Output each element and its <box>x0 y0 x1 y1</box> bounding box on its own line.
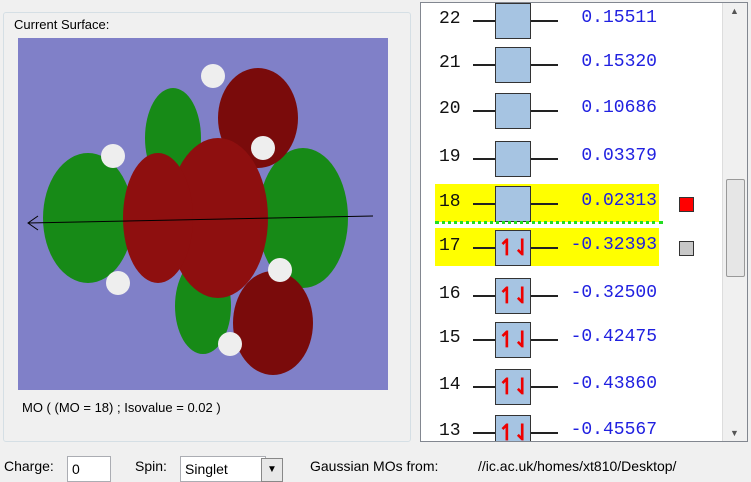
spin-label: Spin: <box>135 458 167 474</box>
orbital-number: 16 <box>439 284 461 304</box>
mo-caption: MO ( (MO = 18) ; Isovalue = 0.02 ) <box>22 400 221 415</box>
orbital-row-21[interactable]: 21 0.15320 <box>421 45 721 85</box>
orbital-row-22[interactable]: 22 0.15511 <box>421 3 721 41</box>
empty-orbital-icon <box>495 186 531 222</box>
dropdown-arrow-icon[interactable]: ▼ <box>261 458 283 482</box>
scroll-thumb[interactable] <box>726 179 745 277</box>
source-label: Gaussian MOs from: <box>310 458 439 474</box>
orbital-row-20[interactable]: 20 0.10686 <box>421 91 721 131</box>
orbital-render <box>27 64 374 375</box>
orbital-energy: -0.42475 <box>570 327 657 347</box>
electron-pair-icon: ↿⇃ <box>495 230 531 266</box>
orbital-row-14[interactable]: 14 ↿⇃ -0.43860 <box>421 367 721 407</box>
source-path: //ic.ac.uk/homes/xt810/Desktop/ <box>478 458 677 474</box>
scroll-up-icon[interactable]: ▲ <box>730 6 739 16</box>
electron-pair-icon: ↿⇃ <box>495 322 531 358</box>
scroll-down-icon[interactable]: ▼ <box>730 428 739 438</box>
homo-lumo-divider <box>435 221 663 224</box>
orbital-energy: 0.15511 <box>581 8 657 28</box>
electron-pair-icon: ↿⇃ <box>495 278 531 314</box>
electron-pair-icon: ↿⇃ <box>495 369 531 405</box>
orbital-number: 20 <box>439 99 461 119</box>
orbital-energy: 0.10686 <box>581 98 657 118</box>
mo-energy-list[interactable]: 22 0.15511 21 0.15320 20 0.10686 19 0.03379… <box>420 2 748 442</box>
electron-pair-icon: ↿⇃ <box>495 415 531 441</box>
orbital-energy: -0.32500 <box>570 283 657 303</box>
orbital-number: 14 <box>439 375 461 395</box>
molecule-image <box>27 64 374 375</box>
surface-toggle-checkbox[interactable] <box>679 197 694 212</box>
orbital-row-17[interactable]: 17 ↿⇃ -0.32393 <box>421 228 721 268</box>
orbital-row-18[interactable]: 18 0.02313 <box>421 184 721 224</box>
charge-input[interactable]: 0 <box>67 456 111 482</box>
orbital-energy: -0.32393 <box>570 235 657 255</box>
orbital-number: 19 <box>439 147 461 167</box>
surface-toggle-checkbox[interactable] <box>679 241 694 256</box>
orbital-energy: -0.43860 <box>570 374 657 394</box>
orbital-energy: -0.45567 <box>570 420 657 440</box>
orbital-number: 13 <box>439 421 461 441</box>
orbital-number: 18 <box>439 192 461 212</box>
mo-viewer[interactable] <box>18 38 388 390</box>
orbital-row-13[interactable]: 13 ↿⇃ -0.45567 <box>421 413 721 441</box>
group-title: Current Surface: <box>12 17 112 32</box>
scrollbar[interactable]: ▲ ▼ <box>722 3 747 441</box>
orbital-number: 17 <box>439 236 461 256</box>
spin-value: Singlet <box>185 461 228 477</box>
charge-label: Charge: <box>4 458 54 474</box>
orbital-energy: 0.02313 <box>581 191 657 211</box>
orbital-row-16[interactable]: 16 ↿⇃ -0.32500 <box>421 276 721 316</box>
orbital-row-19[interactable]: 19 0.03379 <box>421 139 721 179</box>
empty-orbital-icon <box>495 47 531 83</box>
orbital-number: 22 <box>439 9 461 29</box>
orbital-number: 15 <box>439 328 461 348</box>
orbital-number: 21 <box>439 53 461 73</box>
empty-orbital-icon <box>495 3 531 39</box>
orbital-energy: 0.15320 <box>581 52 657 72</box>
orbital-row-15[interactable]: 15 ↿⇃ -0.42475 <box>421 320 721 360</box>
spin-select[interactable]: Singlet <box>180 456 266 482</box>
empty-orbital-icon <box>495 93 531 129</box>
orbital-energy: 0.03379 <box>581 146 657 166</box>
empty-orbital-icon <box>495 141 531 177</box>
